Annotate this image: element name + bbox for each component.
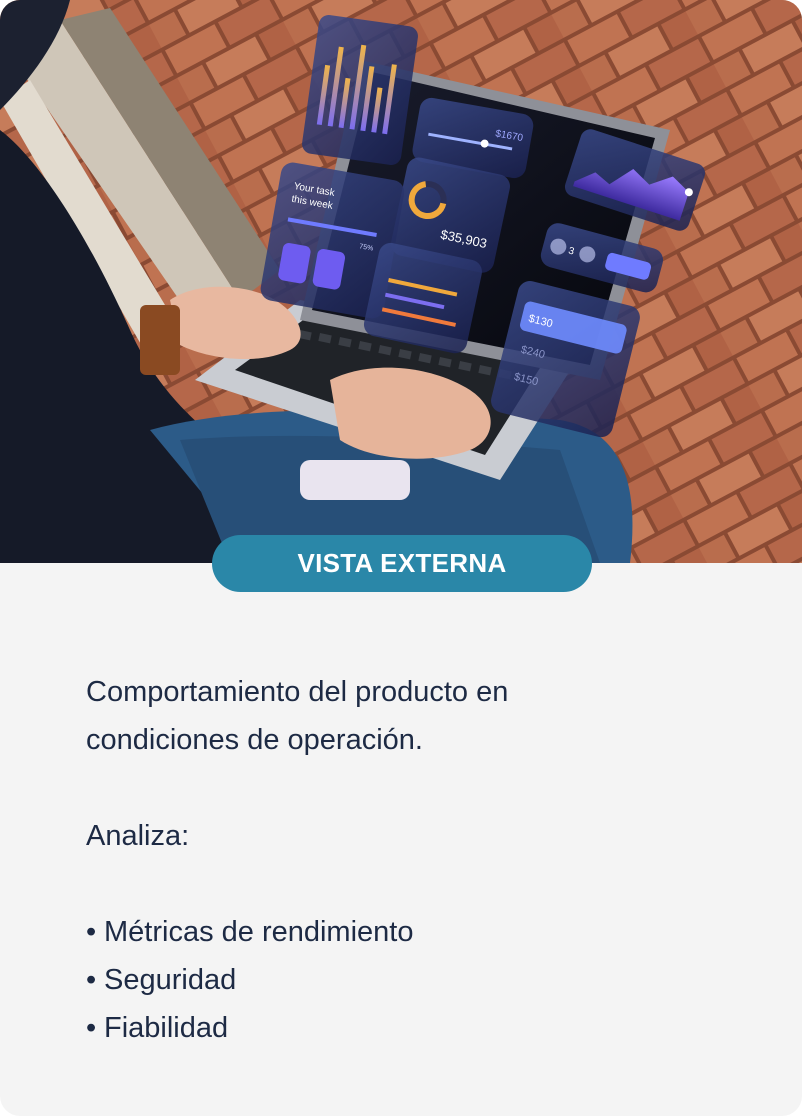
description-line-1: Comportamiento del producto en bbox=[86, 676, 509, 708]
analysis-list: • Métricas de rendimiento • Seguridad • Fia… bbox=[86, 908, 726, 1052]
section-badge-label: VISTA EXTERNA bbox=[297, 548, 507, 578]
bullet-icon: • bbox=[86, 1012, 97, 1044]
bullet-icon: • bbox=[86, 964, 97, 996]
bullet-icon: • bbox=[86, 916, 97, 948]
list-item: • Fiabilidad bbox=[86, 1004, 726, 1052]
description-line-2: condiciones de operación. bbox=[86, 724, 423, 756]
list-item: • Seguridad bbox=[86, 956, 726, 1004]
section-badge: VISTA EXTERNA bbox=[212, 535, 592, 592]
list-item: • Métricas de rendimiento bbox=[86, 908, 726, 956]
analysis-heading: Analiza: bbox=[86, 820, 190, 852]
info-card: $1670 $35,903 Your task this week 75% 3 … bbox=[0, 0, 802, 1116]
card-content: Comportamiento del producto en condicion… bbox=[86, 668, 726, 1052]
hero-photo: $1670 $35,903 Your task this week 75% 3 … bbox=[0, 0, 802, 563]
